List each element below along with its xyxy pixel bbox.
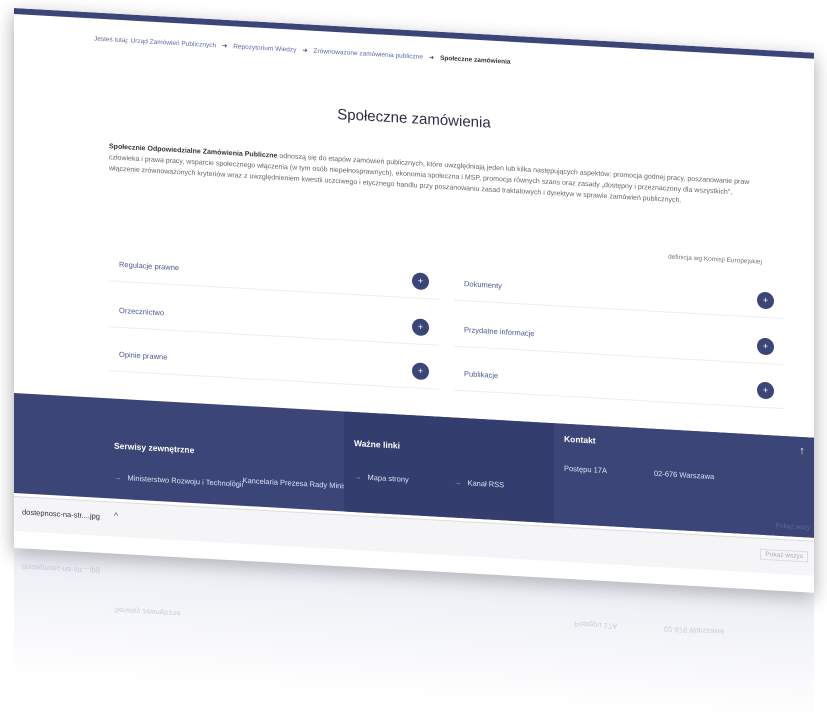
expand-plus-icon[interactable]: + [412, 318, 429, 337]
tile-opinie-prawne[interactable]: Opinie prawne + [109, 339, 439, 390]
breadcrumb-current: Społeczne zamówienia [440, 54, 511, 66]
screenshot-scene: Jesteś tutaj: Urząd Zamówień Publicznych… [0, 0, 827, 723]
breadcrumb-link-repozytorium[interactable]: Repozytorium Wiedzy [233, 43, 296, 54]
tile-orzecznictwo[interactable]: Orzecznictwo + [109, 295, 439, 346]
contact-street: Postępu 17A [564, 463, 607, 476]
page-title: Społeczne zamówienia [337, 106, 491, 132]
footer-col-links: Ważne linki → Mapa strony → Kanał RSS [344, 411, 554, 524]
breadcrumb-link-zrownowazone[interactable]: Zrównoważone zamówienia publiczne [314, 48, 423, 61]
breadcrumb-link-uzp[interactable]: Urząd Zamówień Publicznych [131, 38, 217, 50]
tile-label: Orzecznictwo [119, 305, 165, 318]
definition-source: definicja wg Komisji Europejskiej [668, 253, 762, 266]
tile-label: Opinie prawne [119, 349, 168, 362]
tile-przydatne-informacje[interactable]: Przydatne informacje + [454, 314, 784, 366]
intro-text: odnoszą się do etapów zamówień publiczny… [109, 152, 750, 205]
download-file-name[interactable]: dostepnosc-na-str....jpg [22, 507, 100, 520]
arrow-right-icon: → [229, 475, 237, 485]
expand-plus-icon[interactable]: + [412, 362, 429, 381]
footer-link-ministerstwo[interactable]: → Ministerstwo Rozwoju i Technologii [114, 473, 243, 489]
reflection-file-name: dostepnosc-na-str....jpg [22, 562, 100, 576]
tile-publikacje[interactable]: Publikacje + [454, 358, 784, 410]
reflection-contact-city: 02-676 Warszawa [664, 624, 725, 637]
scroll-top-button[interactable]: ↑ [790, 437, 814, 465]
tile-dokumenty[interactable]: Dokumenty + [454, 268, 784, 320]
tile-regulacje-prawne[interactable]: Regulacje prawne + [109, 249, 439, 300]
reflection-footer-title: Serwisy zewnętrzne [114, 605, 181, 619]
breadcrumb-arrow-icon: ➜ [428, 54, 435, 62]
footer-link-rss[interactable]: → Kanał RSS [454, 478, 504, 490]
tile-label: Publikacje [464, 369, 499, 381]
footer-col-contact: Kontakt Postępu 17A 02-676 Warszawa [554, 423, 814, 538]
breadcrumb-arrow-icon: ➜ [221, 42, 228, 50]
download-show-all-button[interactable]: Pokaż wszys [760, 548, 808, 563]
footer-link-mapa[interactable]: → Mapa strony [354, 472, 409, 484]
expand-plus-icon[interactable]: + [412, 272, 429, 291]
breadcrumb-prefix: Jesteś tutaj: [94, 35, 129, 45]
tile-label: Regulacje prawne [119, 259, 180, 273]
breadcrumb: Jesteś tutaj: Urząd Zamówień Publicznych… [94, 34, 511, 65]
intro-paragraph: Społecznie Odpowiedzialne Zamówienia Pub… [109, 141, 759, 210]
breadcrumb-arrow-icon: ➜ [302, 47, 308, 55]
top-bar [14, 8, 814, 59]
expand-plus-icon[interactable]: + [757, 381, 774, 400]
arrow-right-icon: → [114, 472, 122, 483]
footer-contact-title: Kontakt [564, 433, 596, 446]
footer-link-kprm[interactable]: → Kancelaria Prezesa Rady Ministrów [229, 475, 361, 491]
arrow-right-icon: → [454, 477, 462, 488]
footer-links-title: Ważne linki [354, 438, 400, 451]
browser-page: Jesteś tutaj: Urząd Zamówień Publicznych… [14, 8, 814, 593]
footer-external-title: Serwisy zewnętrzne [114, 440, 195, 456]
tile-label: Dokumenty [464, 279, 502, 291]
expand-plus-icon[interactable]: + [757, 337, 774, 356]
chevron-up-icon[interactable]: ^ [114, 511, 118, 521]
arrow-right-icon: → [354, 472, 362, 482]
reflection-contact-street: Postępu 17A [574, 619, 617, 631]
tile-label: Przydatne informacje [464, 325, 535, 339]
contact-city: 02-676 Warszawa [654, 468, 715, 482]
expand-plus-icon[interactable]: + [757, 291, 774, 310]
